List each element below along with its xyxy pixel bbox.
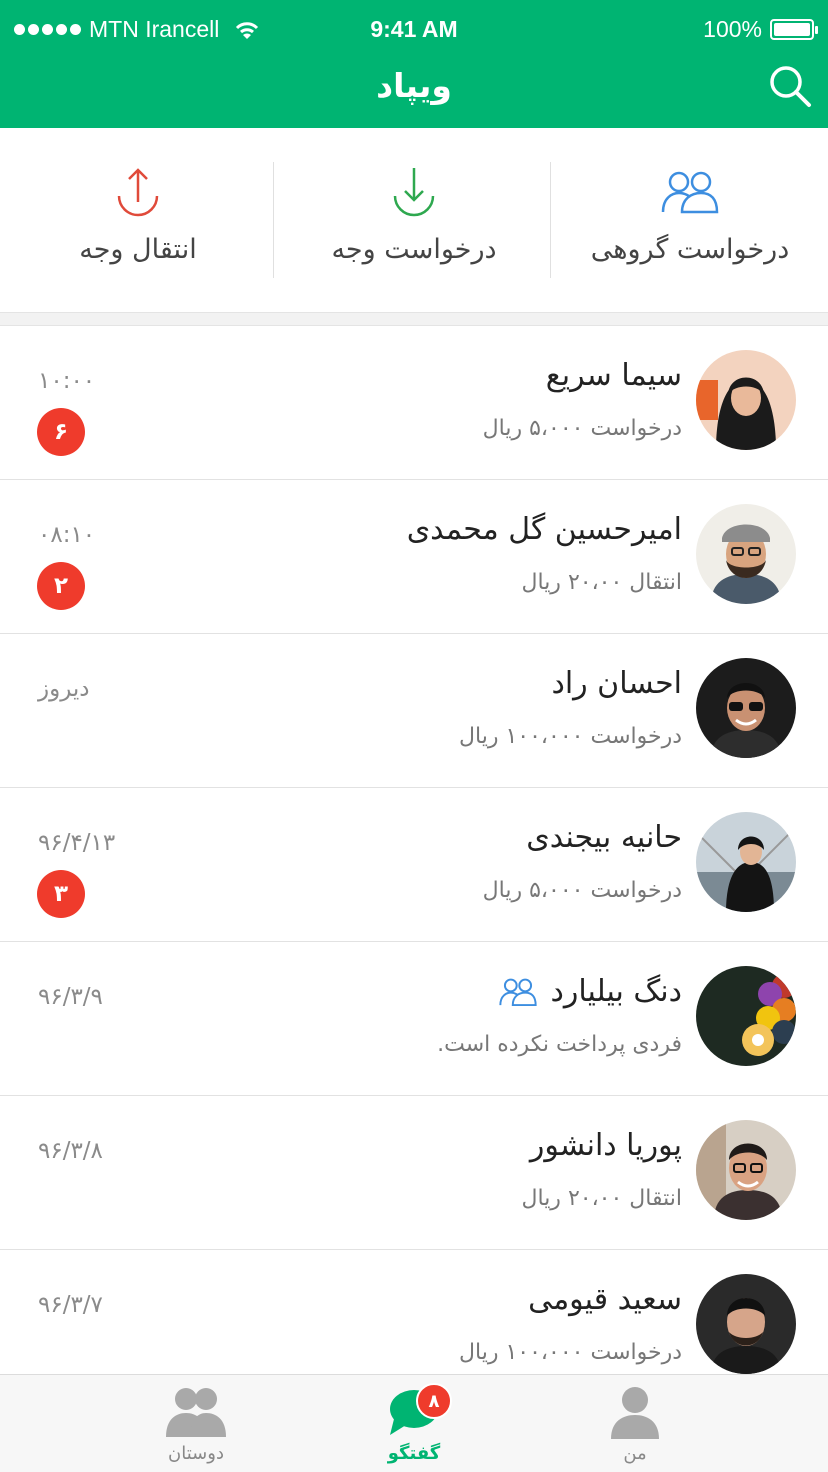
timestamp: ۹۶/۳/۸: [38, 1138, 103, 1164]
tab-label: گفتگو: [387, 1443, 441, 1464]
app-header: MTN Irancell 9:41 AM 100% ویپاد: [0, 0, 828, 128]
conversation-row[interactable]: سعید قیومی درخواست ۱۰۰،۰۰۰ ریال ۹۶/۳/۷: [0, 1250, 828, 1374]
section-separator: [0, 312, 828, 326]
conversation-row[interactable]: پوریا دانشور انتقال ۲۰،۰۰ ریال ۹۶/۳/۸: [0, 1096, 828, 1250]
conversation-row[interactable]: سیما سریع درخواست ۵،۰۰۰ ریال ۱۰:۰۰ ۶: [0, 326, 828, 480]
avatar: [696, 1120, 796, 1220]
avatar: [696, 812, 796, 912]
contact-name: پوریا دانشور: [529, 1128, 682, 1163]
contact-name: سعید قیومی: [528, 1282, 682, 1317]
avatar: [696, 658, 796, 758]
last-message: درخواست ۱۰۰،۰۰۰ ریال: [459, 1340, 682, 1365]
conversation-row[interactable]: دنگ بیلیارد فردی پرداخت نکرده است. ۹۶/۳/…: [0, 942, 828, 1096]
friends-icon: [166, 1388, 226, 1437]
last-message: انتقال ۲۰،۰۰ ریال: [521, 570, 683, 595]
unread-badge: ۳: [37, 870, 85, 918]
app-title: ویپاد: [376, 66, 452, 105]
contact-name: احسان راد: [551, 666, 682, 701]
last-message: انتقال ۲۰،۰۰ ریال: [521, 1186, 683, 1211]
quick-actions: درخواست گروهی درخواست وجه انتقال وجه: [0, 128, 828, 314]
battery-percent: 100%: [703, 16, 762, 42]
avatar: [696, 350, 796, 450]
money-transfer-label: انتقال وجه: [79, 234, 197, 265]
timestamp: دیروز: [38, 676, 90, 702]
timestamp: ۹۶/۳/۹: [38, 984, 103, 1010]
group-icon: [498, 978, 537, 1006]
tab-bar: دوستان ۸ گفتگو من: [0, 1374, 828, 1472]
last-message: درخواست ۱۰۰،۰۰۰ ریال: [459, 724, 682, 749]
last-message: فردی پرداخت نکرده است.: [437, 1032, 682, 1057]
last-message: درخواست ۵،۰۰۰ ریال: [482, 416, 682, 441]
unread-badge: ۶: [37, 408, 85, 456]
avatar: [696, 966, 796, 1066]
timestamp: ۹۶/۳/۷: [38, 1292, 103, 1318]
tab-label: دوستان: [168, 1443, 224, 1464]
group-icon: [661, 171, 719, 214]
contact-name: امیرحسین گل محمدی: [406, 512, 682, 547]
group-request-label: درخواست گروهی: [590, 234, 790, 265]
avatar: [696, 1274, 796, 1374]
search-button[interactable]: [766, 62, 814, 110]
tab-label: من: [623, 1443, 647, 1464]
download-arrow-icon: [393, 168, 435, 217]
money-request-label: درخواست وجه: [331, 234, 497, 265]
conversation-row[interactable]: احسان راد درخواست ۱۰۰،۰۰۰ ریال دیروز: [0, 634, 828, 788]
unread-badge: ۲: [37, 562, 85, 610]
contact-name: حانیه بیجندی: [526, 820, 682, 855]
battery-icon: [770, 19, 818, 40]
money-request-button[interactable]: درخواست وجه: [276, 128, 552, 314]
conversation-list[interactable]: سیما سریع درخواست ۵،۰۰۰ ریال ۱۰:۰۰ ۶ امی…: [0, 326, 828, 1374]
chat-unread-badge: ۸: [416, 1383, 452, 1419]
tab-friends[interactable]: دوستان: [136, 1375, 256, 1472]
upload-arrow-icon: [117, 168, 159, 217]
person-icon: [611, 1387, 659, 1439]
timestamp: ۰۸:۱۰: [38, 522, 96, 548]
tab-chat[interactable]: ۸ گفتگو: [354, 1375, 474, 1472]
last-message: درخواست ۵،۰۰۰ ریال: [482, 878, 682, 903]
timestamp: ۹۶/۴/۱۳: [38, 830, 116, 856]
conversation-row[interactable]: امیرحسین گل محمدی انتقال ۲۰،۰۰ ریال ۰۸:۱…: [0, 480, 828, 634]
group-request-button[interactable]: درخواست گروهی: [552, 128, 828, 314]
search-icon: [770, 66, 811, 107]
tab-me[interactable]: من: [575, 1375, 695, 1472]
status-bar: MTN Irancell 9:41 AM 100%: [0, 0, 828, 58]
avatar: [696, 504, 796, 604]
timestamp: ۱۰:۰۰: [38, 368, 96, 394]
contact-name: دنگ بیلیارد: [497, 974, 682, 1009]
money-transfer-button[interactable]: انتقال وجه: [0, 128, 276, 314]
status-right: 100%: [703, 16, 818, 43]
contact-name: سیما سریع: [545, 358, 682, 393]
conversation-row[interactable]: حانیه بیجندی درخواست ۵،۰۰۰ ریال ۹۶/۴/۱۳ …: [0, 788, 828, 942]
